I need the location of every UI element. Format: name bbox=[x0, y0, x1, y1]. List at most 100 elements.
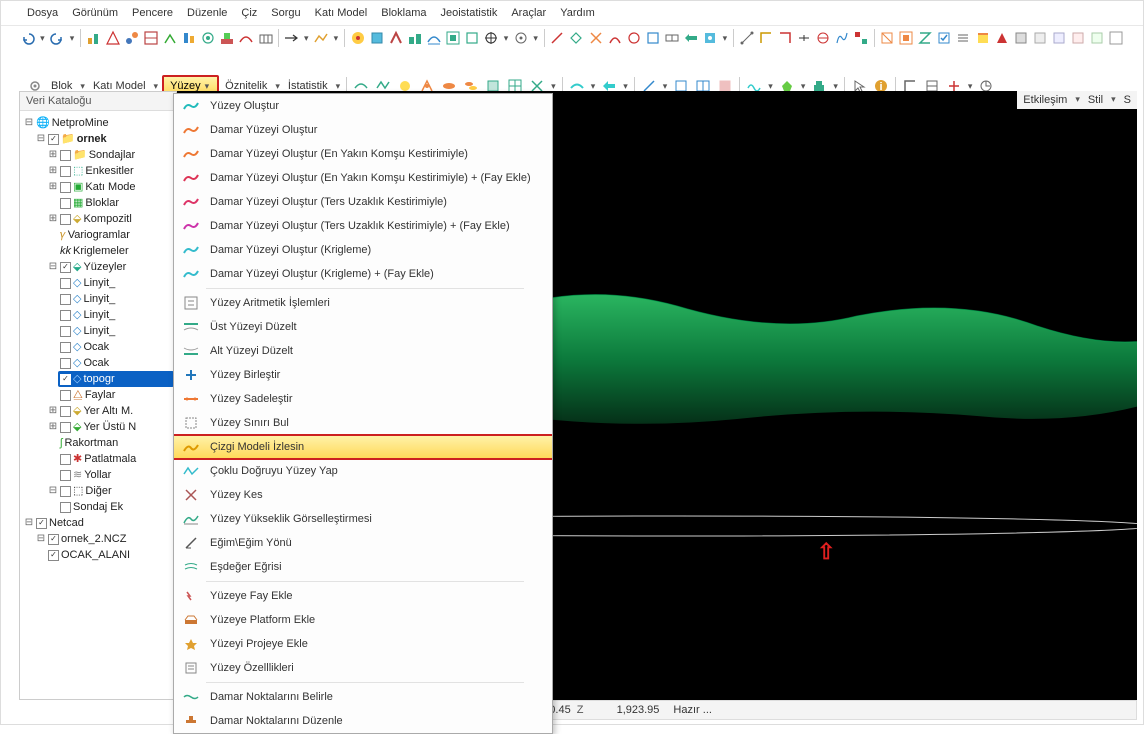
tool-icon[interactable] bbox=[1031, 28, 1048, 48]
dropdown-icon[interactable]: ▾ bbox=[589, 81, 598, 92]
dropdown-icon[interactable]: ▾ bbox=[621, 81, 630, 92]
menu-damar-tersuz-fay[interactable]: Damar Yüzeyi Oluştur (Ters Uzaklık Kesti… bbox=[174, 214, 552, 238]
menu-yardim[interactable]: Yardım bbox=[560, 7, 595, 19]
tree-item[interactable]: Faylar bbox=[85, 387, 116, 403]
tree-item[interactable]: ornek_2.NCZ bbox=[61, 531, 126, 547]
menu-alt-duzelt[interactable]: Alt Yüzeyi Düzelt bbox=[174, 339, 552, 363]
tool-icon[interactable] bbox=[142, 28, 159, 48]
menu-yukseklik-gorsel[interactable]: Yüzey Yükseklik Görselleştirmesi bbox=[174, 507, 552, 531]
tool-icon[interactable] bbox=[1069, 28, 1086, 48]
tool-icon[interactable] bbox=[814, 28, 831, 48]
tool-icon[interactable] bbox=[568, 28, 585, 48]
menu-aritmetik[interactable]: Yüzey Aritmetik İşlemleri bbox=[174, 291, 552, 315]
tool-icon[interactable] bbox=[161, 28, 178, 48]
menu-sinir-bul[interactable]: Yüzey Sınırı Bul bbox=[174, 411, 552, 435]
tree-item[interactable]: Yüzeyler bbox=[83, 259, 126, 275]
tree-item-selected[interactable]: topogr bbox=[83, 371, 114, 387]
menu-araclar[interactable]: Araçlar bbox=[511, 7, 546, 19]
dropdown-icon[interactable]: ▾ bbox=[531, 33, 540, 44]
tool-icon[interactable] bbox=[682, 28, 699, 48]
tool-icon[interactable] bbox=[936, 28, 953, 48]
dropdown-icon[interactable]: ▾ bbox=[549, 81, 558, 92]
menu-coklu-dogru[interactable]: Çoklu Doğruyu Yüzey Yap bbox=[174, 459, 552, 483]
tree-project[interactable]: ornek bbox=[77, 131, 107, 147]
tool-icon[interactable] bbox=[738, 28, 755, 48]
tree-item[interactable]: Linyit_ bbox=[83, 291, 115, 307]
tool-icon[interactable] bbox=[483, 28, 500, 48]
dropdown-icon[interactable]: ▾ bbox=[38, 33, 47, 44]
menu-yuzey-kes[interactable]: Yüzey Kes bbox=[174, 483, 552, 507]
dropdown-icon[interactable]: ▾ bbox=[661, 81, 670, 92]
dropdown-icon[interactable]: ▾ bbox=[799, 81, 808, 92]
tree-item[interactable]: Yer Üstü N bbox=[83, 419, 136, 435]
tool-icon[interactable] bbox=[587, 28, 604, 48]
tree-item[interactable]: Enkesitler bbox=[85, 163, 133, 179]
tool-icon[interactable] bbox=[257, 28, 274, 48]
tool-icon[interactable] bbox=[898, 28, 915, 48]
tool-icon[interactable] bbox=[879, 28, 896, 48]
redo-icon[interactable] bbox=[49, 28, 66, 48]
tree-netcad[interactable]: Netcad bbox=[49, 515, 84, 531]
tree-item[interactable]: Kompozitl bbox=[83, 211, 131, 227]
menu-duzenle[interactable]: Düzenle bbox=[187, 7, 227, 19]
tree-item[interactable]: OCAK_ALANI bbox=[61, 547, 130, 563]
tree-item[interactable]: Bloklar bbox=[85, 195, 119, 211]
tool-icon[interactable] bbox=[85, 28, 102, 48]
tool-icon[interactable] bbox=[368, 28, 385, 48]
tree-item[interactable]: Ocak bbox=[83, 355, 109, 371]
tree-item[interactable]: Rakortman bbox=[64, 435, 118, 451]
tool-icon[interactable] bbox=[181, 28, 198, 48]
tree-item[interactable]: Kriglemeler bbox=[73, 243, 129, 259]
tree-item[interactable]: Variogramlar bbox=[68, 227, 130, 243]
tool-icon[interactable] bbox=[313, 28, 330, 48]
menu-damar-yuzeyi[interactable]: Damar Yüzeyi Oluştur bbox=[174, 118, 552, 142]
tool-icon[interactable] bbox=[917, 28, 934, 48]
tool-icon[interactable] bbox=[606, 28, 623, 48]
tree-item[interactable]: Sondaj Ek bbox=[73, 499, 123, 515]
dropdown-icon[interactable]: ▾ bbox=[966, 81, 975, 92]
tool-icon[interactable] bbox=[974, 28, 991, 48]
tool-icon[interactable] bbox=[200, 28, 217, 48]
menu-damar-enyk-fay[interactable]: Damar Yüzeyi Oluştur (En Yakın Komşu Kes… bbox=[174, 166, 552, 190]
tool-icon[interactable] bbox=[853, 28, 870, 48]
menu-cizgi-modeli-izlesin[interactable]: Çizgi Modeli İzlesin bbox=[174, 434, 552, 460]
s-menu[interactable]: S bbox=[1124, 94, 1131, 106]
menu-damar-enyk[interactable]: Damar Yüzeyi Oluştur (En Yakın Komşu Kes… bbox=[174, 142, 552, 166]
menu-bloklama[interactable]: Bloklama bbox=[381, 7, 426, 19]
menu-projeye-ekle[interactable]: Yüzeyi Projeye Ekle bbox=[174, 632, 552, 656]
menu-ozellikler[interactable]: Yüzey Özelllikleri bbox=[174, 656, 552, 680]
tool-icon[interactable] bbox=[757, 28, 774, 48]
tree-root[interactable]: NetproMine bbox=[52, 115, 109, 131]
tree-item[interactable]: Patlatmala bbox=[84, 451, 136, 467]
menu-damar-tersuz[interactable]: Damar Yüzeyi Oluştur (Ters Uzaklık Kesti… bbox=[174, 190, 552, 214]
tree-item[interactable]: Linyit_ bbox=[83, 275, 115, 291]
tool-icon[interactable] bbox=[625, 28, 642, 48]
tool-icon[interactable] bbox=[663, 28, 680, 48]
tool-icon[interactable] bbox=[1012, 28, 1029, 48]
menu-yuzey-olustur[interactable]: Yüzey Oluştur bbox=[174, 94, 552, 118]
menu-nokta-belirle[interactable]: Damar Noktalarını Belirle bbox=[174, 685, 552, 709]
menu-dosya[interactable]: Dosya bbox=[27, 7, 58, 19]
tree-item[interactable]: Linyit_ bbox=[83, 307, 115, 323]
tool-icon[interactable] bbox=[795, 28, 812, 48]
tool-icon[interactable] bbox=[464, 28, 481, 48]
dropdown-icon[interactable]: ▾ bbox=[332, 33, 341, 44]
tool-icon[interactable] bbox=[406, 28, 423, 48]
tool-icon[interactable] bbox=[1108, 28, 1125, 48]
menu-gorunum[interactable]: Görünüm bbox=[72, 7, 118, 19]
etkilesim-menu[interactable]: Etkileşim bbox=[1023, 94, 1067, 106]
dropdown-icon[interactable]: ▾ bbox=[831, 81, 840, 92]
tool-icon[interactable] bbox=[387, 28, 404, 48]
tool-icon[interactable] bbox=[444, 28, 461, 48]
tool-icon[interactable] bbox=[238, 28, 255, 48]
menu-ciz[interactable]: Çiz bbox=[241, 7, 257, 19]
menu-damar-krig-fay[interactable]: Damar Yüzeyi Oluştur (Krigleme) + (Fay E… bbox=[174, 262, 552, 286]
tree-item[interactable]: Katı Mode bbox=[85, 179, 135, 195]
tool-icon[interactable] bbox=[219, 28, 236, 48]
line-tool-icon[interactable] bbox=[549, 28, 566, 48]
menu-fay-ekle[interactable]: Yüzeye Fay Ekle bbox=[174, 584, 552, 608]
menu-damar-krig[interactable]: Damar Yüzeyi Oluştur (Krigleme) bbox=[174, 238, 552, 262]
tool-icon[interactable] bbox=[776, 28, 793, 48]
tree-item[interactable]: Diğer bbox=[85, 483, 111, 499]
tree-view[interactable]: ⊟🌐NetproMine ⊟✓📁ornek ⊞📁Sondajlar ⊞⬚Enke… bbox=[20, 111, 176, 567]
